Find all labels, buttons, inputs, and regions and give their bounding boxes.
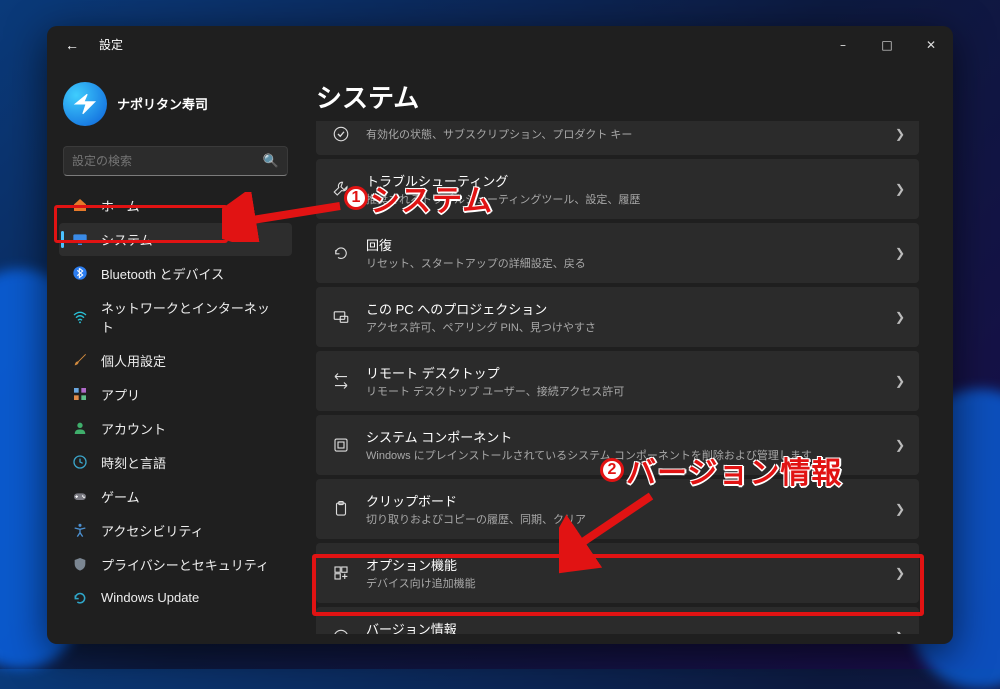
content: システム ライセンス認証 有効化の状態、サブスクリプション、プロダクト キー ❯… [302,64,953,644]
sidebar-item-label: アプリ [101,385,140,404]
optional-icon [330,564,352,582]
sidebar-item-label: ネットワークとインターネット [101,298,282,336]
activation-icon [330,125,352,143]
sidebar-item-accounts[interactable]: アカウント [59,412,292,445]
apps-icon [71,385,89,403]
accessibility-icon [71,521,89,539]
card-sub: リセット、スタートアップの詳細設定、戻る [366,255,881,271]
chevron-right-icon: ❯ [895,502,905,516]
card-title: クリップボード [366,491,881,510]
card-about[interactable]: バージョン情報 デバイス仕様、PC 名変更、Windows 仕様 ❯ [316,607,919,634]
sidebar-item-time[interactable]: 時刻と言語 [59,446,292,479]
annotation-label-2: バージョン情報 [626,448,842,492]
card-recovery[interactable]: 回復 リセット、スタートアップの詳細設定、戻る ❯ [316,223,919,283]
chevron-right-icon: ❯ [895,182,905,196]
chevron-right-icon: ❯ [895,246,905,260]
search-input[interactable] [72,154,263,168]
sidebar-item-accessibility[interactable]: アクセシビリティ [59,514,292,547]
search-box[interactable]: 🔍 [63,146,288,176]
sidebar-item-privacy[interactable]: プライバシーとセキュリティ [59,548,292,581]
sidebar-item-apps[interactable]: アプリ [59,378,292,411]
back-button[interactable]: ← [57,33,87,57]
card-sub: 切り取りおよびコピーの履歴、同期、クリア [366,511,881,527]
close-button[interactable]: ✕ [909,29,953,61]
chevron-right-icon: ❯ [895,630,905,634]
sidebar-item-label: アクセシビリティ [101,521,204,540]
home-icon [71,196,89,214]
shield-icon [71,555,89,573]
sidebar-item-label: ホーム [101,196,140,215]
sidebar-item-label: Windows Update [101,590,199,605]
chevron-right-icon: ❯ [895,127,905,141]
info-icon [330,628,352,634]
sidebar-item-network[interactable]: ネットワークとインターネット [59,291,292,343]
wifi-icon [71,308,89,326]
card-title: オプション機能 [366,555,881,574]
sidebar-item-label: 個人用設定 [101,351,166,370]
nav: ホーム システム Bluetooth とデバイス ネットワークとインターネット … [53,188,298,615]
window-controls: – □ ✕ [821,29,953,61]
card-sub: デバイス向け追加機能 [366,575,881,591]
clock-icon [71,453,89,471]
profile[interactable]: ナポリタン寿司 [53,74,298,140]
annotation-label-1: システム [370,176,493,220]
sidebar-item-label: 時刻と言語 [101,453,166,472]
sidebar-item-bluetooth[interactable]: Bluetooth とデバイス [59,257,292,290]
sidebar-item-update[interactable]: Windows Update [59,582,292,614]
sidebar-item-label: プライバシーとセキュリティ [101,555,269,574]
brush-icon [71,351,89,369]
projection-icon [330,308,352,326]
avatar [63,82,107,126]
sidebar-item-label: アカウント [101,419,166,438]
recovery-icon [330,244,352,262]
card-sub: 有効化の状態、サブスクリプション、プロダクト キー [366,126,881,142]
sidebar-item-label: ゲーム [101,487,140,506]
card-title: バージョン情報 [366,619,881,634]
chevron-right-icon: ❯ [895,438,905,452]
chevron-right-icon: ❯ [895,374,905,388]
annotation-number-2: 2 [600,458,624,482]
sidebar-item-gaming[interactable]: ゲーム [59,480,292,513]
card-title: リモート デスクトップ [366,363,881,382]
system-icon [71,230,89,248]
sidebar: ナポリタン寿司 🔍 ホーム システム Bluetooth とデバイス [47,64,302,644]
card-remote[interactable]: リモート デスクトップ リモート デスクトップ ユーザー、接続アクセス許可 ❯ [316,351,919,411]
profile-name: ナポリタン寿司 [117,94,208,113]
card-title: この PC へのプロジェクション [366,299,881,318]
account-icon [71,419,89,437]
chevron-right-icon: ❯ [895,566,905,580]
annotation-text-1: 1 システム [344,176,493,220]
chevron-right-icon: ❯ [895,310,905,324]
page-title: システム [316,78,927,115]
titlebar: ← 設定 – □ ✕ [47,26,953,64]
card-activation[interactable]: ライセンス認証 有効化の状態、サブスクリプション、プロダクト キー ❯ [316,121,919,155]
card-optional[interactable]: オプション機能 デバイス向け追加機能 ❯ [316,543,919,603]
bluetooth-icon [71,264,89,282]
remote-icon [330,372,352,390]
annotation-number-1: 1 [344,186,368,210]
card-title: 回復 [366,235,881,254]
sidebar-item-label: Bluetooth とデバイス [101,264,224,283]
minimize-button[interactable]: – [821,29,865,61]
settings-window: ← 設定 – □ ✕ ナポリタン寿司 🔍 ホーム [47,26,953,644]
search-icon: 🔍 [263,153,279,169]
sidebar-item-system[interactable]: システム [59,223,292,256]
sidebar-item-label: システム [101,230,153,249]
card-sub: リモート デスクトップ ユーザー、接続アクセス許可 [366,383,881,399]
sidebar-item-home[interactable]: ホーム [59,189,292,222]
card-projection[interactable]: この PC へのプロジェクション アクセス許可、ペアリング PIN、見つけやすさ… [316,287,919,347]
card-title: システム コンポーネント [366,427,881,446]
annotation-text-2: 2 バージョン情報 [600,448,842,492]
maximize-button[interactable]: □ [865,29,909,61]
gaming-icon [71,487,89,505]
update-icon [71,589,89,607]
sidebar-item-personalization[interactable]: 個人用設定 [59,344,292,377]
window-title: 設定 [99,36,123,53]
card-sub: アクセス許可、ペアリング PIN、見つけやすさ [366,319,881,335]
components-icon [330,436,352,454]
clipboard-icon [330,500,352,518]
